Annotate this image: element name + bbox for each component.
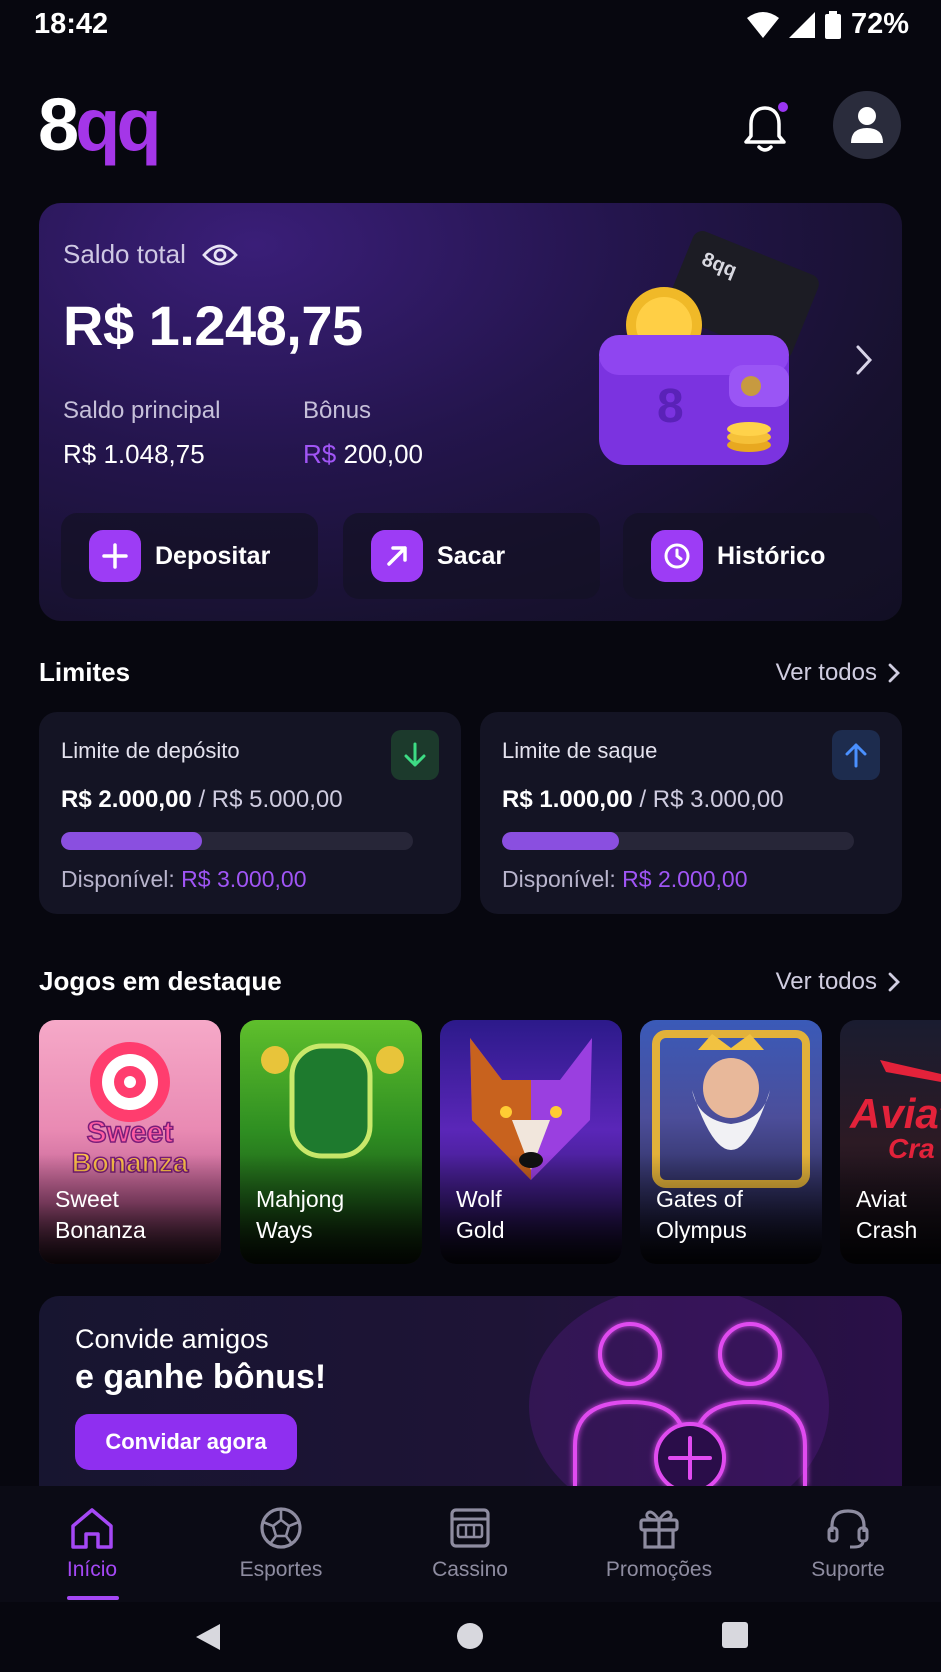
chevron-right-icon [888, 972, 900, 992]
limit-amount: R$ 2.000,00 / R$ 5.000,00 [61, 786, 343, 813]
back-icon[interactable] [194, 1622, 222, 1652]
limit-progress-fill [61, 832, 202, 850]
limit-amount: R$ 1.000,00 / R$ 3.000,00 [502, 786, 784, 813]
principal-balance-value: R$ 1.048,75 [63, 439, 205, 469]
limit-available: Disponível: R$ 3.000,00 [61, 866, 307, 892]
nav-sports[interactable]: Esportes [206, 1506, 356, 1582]
deposit-button[interactable]: Depositar [61, 513, 318, 599]
game-card-mahjong-ways[interactable]: Mahjong Ways [240, 1020, 422, 1264]
system-navigation-bar [0, 1602, 941, 1672]
balance-card[interactable]: Saldo total R$ 1.248,75 Saldo principal … [39, 203, 902, 621]
home-icon [71, 1508, 113, 1549]
status-icons: 72% [746, 8, 909, 41]
limits-see-all-link[interactable]: Ver todos [776, 659, 901, 687]
deposit-limit-card[interactable]: Limite de depósito R$ 2.000,00 / R$ 5.00… [39, 712, 461, 914]
nav-support[interactable]: Suporte [773, 1506, 923, 1582]
ball-icon [260, 1507, 302, 1549]
game-logo: Sweet [87, 1116, 174, 1149]
wallet-mark: 8 [657, 380, 684, 433]
game-name: Sweet Bonanza [55, 1186, 146, 1243]
user-icon [851, 107, 883, 143]
invite-now-button[interactable]: Convidar agora [75, 1414, 297, 1470]
game-name: Mahjong Ways [256, 1186, 345, 1243]
game-card-sweet-bonanza[interactable]: Sweet Bonanza Sweet Bonanza [39, 1020, 221, 1264]
nav-home[interactable]: Início [17, 1506, 167, 1582]
signal-icon [788, 11, 815, 38]
game-name: Wolf Gold [456, 1186, 505, 1243]
nav-promotions[interactable]: Promoções [584, 1506, 734, 1582]
app-logo: 8 qq [38, 83, 162, 166]
history-button[interactable]: Histórico [623, 513, 880, 599]
limit-title: Limite de saque [502, 738, 658, 763]
limit-progress-bar [61, 832, 413, 850]
status-time: 18:42 [34, 8, 109, 40]
limit-progress-bar [502, 832, 854, 850]
total-balance-amount: R$ 1.248,75 [63, 294, 363, 357]
battery-icon [824, 10, 841, 39]
notification-dot [776, 100, 790, 114]
invite-friends-banner[interactable]: Convide amigos e ganhe bônus! Convidar a… [39, 1296, 902, 1486]
invite-title-line1: Convide amigos [75, 1324, 269, 1354]
home-circle-icon[interactable] [456, 1622, 484, 1650]
game-card-aviator-crash[interactable]: Aviat Cra Aviat Crash [840, 1020, 941, 1264]
game-name: Aviat Crash [856, 1186, 918, 1243]
slot-machine-icon [450, 1508, 490, 1548]
clock-icon [651, 530, 703, 582]
games-section-title: Jogos em destaque [39, 966, 282, 996]
total-balance-label: Saldo total [63, 239, 238, 270]
games-see-all-link[interactable]: Ver todos [776, 968, 901, 996]
invite-title-line2: e ganhe bônus! [75, 1358, 327, 1396]
game-name: Gates of Olympus [656, 1186, 747, 1243]
arrow-down-icon [391, 730, 439, 780]
plus-icon [89, 530, 141, 582]
game-card-wolf-gold[interactable]: Wolf Gold [440, 1020, 622, 1264]
limit-progress-fill [502, 832, 620, 850]
principal-balance-label: Saldo principal [63, 397, 221, 424]
chevron-right-icon[interactable] [854, 343, 874, 377]
withdraw-button[interactable]: Sacar [343, 513, 600, 599]
bonus-value: R$ 200,00 [303, 439, 424, 469]
arrow-up-icon [832, 730, 880, 780]
notifications-button[interactable] [740, 100, 792, 154]
recents-icon[interactable] [722, 1622, 748, 1648]
headset-icon [827, 1509, 869, 1549]
battery-percent: 72% [850, 8, 909, 40]
nav-casino[interactable]: Cassino [395, 1506, 545, 1582]
nav-active-indicator [67, 1596, 119, 1600]
bonus-label: Bônus [303, 397, 372, 424]
gift-icon [639, 1510, 679, 1549]
wallet-illustration-icon: 8qq 8 [599, 231, 819, 465]
limits-section-title: Limites [39, 657, 131, 687]
limit-title: Limite de depósito [61, 738, 240, 763]
game-card-gates-of-olympus[interactable]: Gates of Olympus [640, 1020, 822, 1264]
wifi-icon [746, 11, 779, 38]
profile-avatar-button[interactable] [833, 91, 901, 159]
friends-neon-icon [529, 1296, 829, 1486]
game-logo: Aviat [849, 1090, 941, 1137]
limit-available: Disponível: R$ 2.000,00 [502, 866, 748, 892]
eye-icon[interactable] [202, 243, 238, 267]
chevron-right-icon [888, 663, 900, 683]
arrow-up-right-icon [371, 530, 423, 582]
withdraw-limit-card[interactable]: Limite de saque R$ 1.000,00 / R$ 3.000,0… [480, 712, 902, 914]
